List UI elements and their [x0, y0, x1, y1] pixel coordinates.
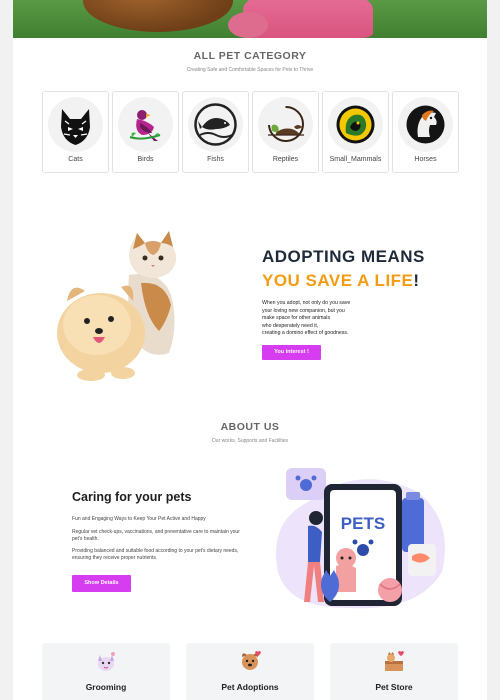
- category-card-small-mammals[interactable]: Small_Mammals: [322, 91, 389, 173]
- cat-and-dog-photo: [41, 225, 201, 385]
- category-label: Horses: [414, 156, 437, 163]
- horse-icon: [398, 97, 453, 152]
- adopt-text-line: creating a domino effect of goodness.: [262, 330, 349, 337]
- fish-icon: [188, 97, 243, 152]
- category-section-subtitle: Creating Safe and Comfortable Spaces for…: [186, 67, 314, 73]
- adopt-text-line: your loving new companion, but you: [262, 307, 345, 314]
- category-label: Fishs: [207, 156, 224, 163]
- small-mammal-icon: [328, 97, 383, 152]
- caring-heading: Caring for your pets: [72, 490, 192, 504]
- category-label: Small_Mammals: [329, 156, 382, 163]
- category-card-reptiles[interactable]: Reptiles: [252, 91, 319, 173]
- bird-icon: [118, 97, 173, 152]
- service-title: Pet Store: [375, 682, 413, 692]
- pet-adoption-icon: [238, 649, 262, 673]
- category-label: Reptiles: [272, 156, 299, 163]
- pets-screen-text: PETS: [341, 514, 385, 533]
- category-label: Cats: [68, 156, 83, 163]
- you-interest-button[interactable]: You interest !: [262, 345, 321, 360]
- about-section-subtitle: Our works, Supports and Facilities: [211, 438, 289, 444]
- adopt-text-line: When you adopt, not only do you save: [262, 300, 351, 306]
- service-card-pet-adoptions[interactable]: Pet Adoptions: [186, 643, 314, 700]
- adopt-text-line: who desperately need it,: [262, 322, 319, 329]
- service-title: Pet Adoptions: [221, 682, 279, 692]
- category-card-horses[interactable]: Horses: [392, 91, 459, 173]
- adopt-heading-line1: ADOPTING MEANS: [262, 247, 425, 266]
- service-card-grooming[interactable]: Grooming: [42, 643, 170, 700]
- show-details-button[interactable]: Show Details: [72, 575, 131, 592]
- category-label: Birds: [137, 156, 154, 163]
- hero-image: [13, 0, 487, 38]
- adopt-heading-line2: YOU SAVE A LIFE!: [262, 271, 420, 291]
- adopt-heading-highlight: YOU SAVE A LIFE: [262, 271, 414, 290]
- grooming-icon: [94, 649, 118, 673]
- reptile-icon: [258, 97, 313, 152]
- pet-store-icon: [382, 649, 406, 673]
- cat-icon: [48, 97, 103, 152]
- category-card-cats[interactable]: Cats: [42, 91, 109, 173]
- page: ALL PET CATEGORY Creating Safe and Comfo…: [13, 0, 487, 700]
- pets-illustration: PETS: [258, 462, 454, 612]
- category-section-title: ALL PET CATEGORY: [193, 50, 307, 62]
- adopt-description: When you adopt, not only do you save you…: [262, 300, 402, 338]
- adopt-heading-bang: !: [413, 271, 420, 290]
- adopt-text-line: make space for other animals: [262, 315, 331, 322]
- category-card-fishs[interactable]: Fishs: [182, 91, 249, 173]
- service-title: Grooming: [85, 682, 127, 692]
- caring-paragraph: Regular vet check-ups, vaccinations, and…: [72, 529, 240, 542]
- service-card-pet-store[interactable]: Pet Store: [330, 643, 458, 700]
- caring-paragraph: Providing balanced and suitable food acc…: [72, 548, 239, 561]
- category-card-birds[interactable]: Birds: [112, 91, 179, 173]
- about-section-title: ABOUT US: [220, 421, 280, 433]
- caring-paragraph: Fun and Engaging Ways to Keep Your Pet A…: [72, 516, 206, 522]
- category-list: Cats Birds Fishs Reptiles Small_Mammals …: [42, 91, 460, 173]
